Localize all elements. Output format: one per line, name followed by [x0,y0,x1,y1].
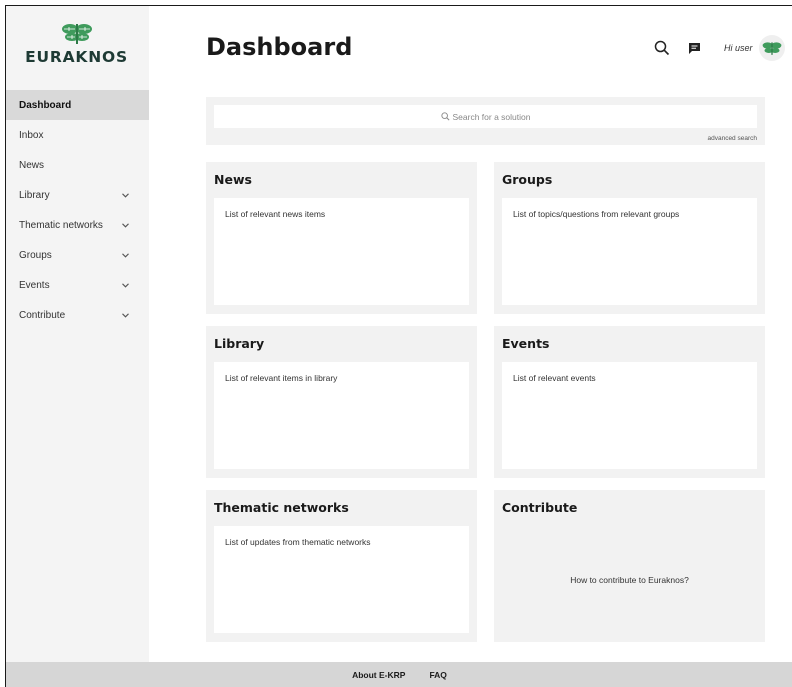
news-card: News List of relevant news items [206,162,477,314]
events-list[interactable]: List of relevant events [502,362,757,469]
header-actions: Hi user [652,34,785,62]
chevron-down-icon[interactable] [121,251,129,259]
sidebar-item-label: Thematic networks [19,219,103,231]
sidebar-item-thematic-networks[interactable]: Thematic networks [6,210,149,240]
user-greeting[interactable]: Hi user [724,43,753,53]
sidebar-item-dashboard[interactable]: Dashboard [6,90,149,120]
news-list[interactable]: List of relevant news items [214,198,469,305]
chevron-down-icon[interactable] [121,221,129,229]
search-input[interactable]: Search for a solution [214,105,757,128]
sidebar-item-label: Groups [19,249,52,261]
sidebar-item-inbox[interactable]: Inbox [6,120,149,150]
advanced-search-link[interactable]: advanced search [707,135,757,142]
sidebar-nav: Dashboard Inbox News Library Thematic ne… [6,90,149,330]
search-placeholder: Search for a solution [452,111,531,122]
contribute-body: How to contribute to Euraknos? [502,526,757,633]
sidebar-item-label: Events [19,279,50,291]
groups-card: Groups List of topics/questions from rel… [494,162,765,314]
sidebar-item-news[interactable]: News [6,150,149,180]
search-icon[interactable] [652,38,672,58]
avatar[interactable] [758,35,785,61]
chevron-down-icon[interactable] [121,281,129,289]
card-title[interactable]: Library [214,336,264,351]
footer-link-faq[interactable]: FAQ [429,670,446,680]
groups-list[interactable]: List of topics/questions from relevant g… [502,198,757,305]
search-panel: Search for a solution advanced search [206,97,765,145]
footer-link-about[interactable]: About E-KRP [352,670,405,680]
sidebar-item-groups[interactable]: Groups [6,240,149,270]
card-title[interactable]: Groups [502,172,552,187]
brain-tree-logo-icon [61,24,92,44]
card-title[interactable]: Contribute [502,500,577,515]
card-title[interactable]: News [214,172,252,187]
contribute-card: Contribute How to contribute to Euraknos… [494,490,765,642]
thematic-networks-list[interactable]: List of updates from thematic networks [214,526,469,633]
sidebar-item-events[interactable]: Events [6,270,149,300]
sidebar-item-contribute[interactable]: Contribute [6,300,149,330]
events-card: Events List of relevant events [494,326,765,478]
sidebar-item-label: Contribute [19,309,66,321]
page-title: Dashboard [206,33,353,61]
card-title[interactable]: Thematic networks [214,500,349,515]
brand-name: EURAKNOS [25,48,128,66]
sidebar-item-label: Dashboard [19,99,72,111]
thematic-networks-card: Thematic networks List of updates from t… [206,490,477,642]
chat-icon[interactable] [684,38,704,58]
chevron-down-icon[interactable] [121,311,129,319]
search-icon [440,112,450,121]
sidebar-item-label: Library [19,189,50,201]
brand-logo[interactable]: EURAKNOS [24,22,129,80]
brain-tree-logo-icon [762,42,781,55]
sidebar: EURAKNOS Dashboard Inbox News Library Th… [6,6,149,662]
chevron-down-icon[interactable] [121,191,129,199]
library-list[interactable]: List of relevant items in library [214,362,469,469]
footer: About E-KRP FAQ [6,662,792,687]
card-title[interactable]: Events [502,336,549,351]
library-card: Library List of relevant items in librar… [206,326,477,478]
sidebar-item-library[interactable]: Library [6,180,149,210]
sidebar-item-label: News [19,159,45,171]
sidebar-item-label: Inbox [19,129,44,141]
contribute-link[interactable]: How to contribute to Euraknos? [570,575,689,585]
app-window: EURAKNOS Dashboard Inbox News Library Th… [5,5,792,687]
